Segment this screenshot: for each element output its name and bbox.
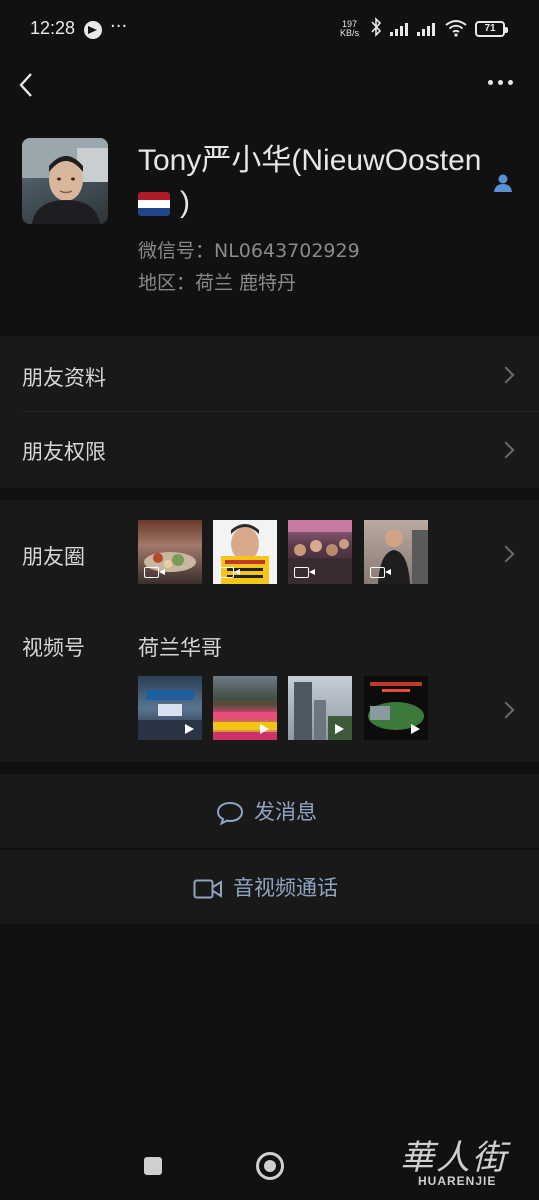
play-icon — [335, 724, 344, 734]
channels-account-name: 荷兰华哥 — [138, 636, 222, 660]
bluetooth-icon — [370, 17, 382, 42]
telegram-icon — [84, 21, 102, 39]
moments-item[interactable]: 朋友圈 — [0, 500, 539, 612]
signal-2-icon — [417, 22, 439, 36]
video-icon — [219, 567, 240, 578]
netherlands-flag-icon — [138, 192, 170, 217]
moments-thumbnail — [138, 520, 202, 584]
video-camera-icon — [193, 879, 222, 899]
watermark-cn: 華人街 — [400, 1138, 508, 1178]
audio-video-call-button[interactable]: 音视频通话 — [0, 850, 539, 924]
more-notifications-icon: ··· — [110, 16, 128, 37]
play-icon — [260, 724, 269, 734]
moments-label: 朋友圈 — [22, 545, 85, 569]
channels-thumbnail — [138, 676, 202, 740]
friend-permissions-label: 朋友权限 — [22, 440, 106, 464]
signal-1-icon — [390, 22, 412, 36]
nickname-text-end: ) — [180, 186, 190, 219]
feeds-group: 朋友圈 视频号 荷兰华哥 — [0, 500, 539, 762]
region: 地区：荷兰 鹿特丹 — [138, 272, 297, 294]
chevron-right-icon — [497, 441, 515, 459]
back-button[interactable] — [14, 68, 44, 102]
chevron-left-icon — [19, 73, 32, 97]
channels-thumbnail — [288, 676, 352, 740]
watermark-logo: 華人街 HUARENJIE — [380, 1130, 530, 1192]
chevron-right-icon — [497, 701, 515, 719]
play-icon — [411, 724, 420, 734]
friend-permissions-item[interactable]: 朋友权限 — [0, 412, 539, 488]
wechat-id: 微信号：NL0643702929 — [138, 240, 360, 262]
moments-thumbnail — [213, 520, 277, 584]
friend-info-label: 朋友资料 — [22, 366, 106, 390]
video-icon — [294, 567, 315, 578]
battery-level: 71 — [484, 23, 496, 34]
audio-video-call-label: 音视频通话 — [233, 876, 338, 900]
send-message-button[interactable]: 发消息 — [0, 774, 539, 848]
nickname-text: Tony严小华(NieuwOosten — [138, 144, 482, 177]
more-options-button[interactable] — [488, 80, 516, 88]
home-button[interactable] — [256, 1152, 284, 1180]
network-speed-unit: KB/s — [340, 28, 360, 38]
channels-thumbnail — [364, 676, 428, 740]
video-icon — [144, 567, 165, 578]
channels-thumbnail — [213, 676, 277, 740]
wifi-icon — [445, 19, 467, 42]
chevron-right-icon — [497, 545, 515, 563]
chevron-right-icon — [497, 366, 515, 384]
watermark-en: HUARENJIE — [418, 1174, 497, 1188]
clock: 12:28 — [30, 18, 76, 38]
chat-bubble-icon — [216, 801, 244, 826]
friend-settings-group: 朋友资料 朋友权限 — [0, 336, 539, 488]
avatar[interactable] — [22, 138, 108, 224]
moments-thumbnail — [288, 520, 352, 584]
network-speed: 197 KB/s — [340, 20, 359, 38]
battery-icon: 71 — [475, 21, 508, 37]
channels-label: 视频号 — [22, 636, 85, 660]
channels-item[interactable]: 视频号 荷兰华哥 — [0, 612, 539, 762]
video-icon — [370, 567, 391, 578]
status-bar: 12:28 ··· 197 KB/s 71 — [0, 0, 539, 60]
moments-thumbnail — [364, 520, 428, 584]
play-icon — [185, 724, 194, 734]
recent-apps-button[interactable] — [144, 1157, 162, 1175]
nickname: Tony严小华(NieuwOosten ) — [138, 140, 493, 224]
contact-icon[interactable] — [493, 173, 513, 193]
friend-info-item[interactable]: 朋友资料 — [0, 336, 539, 411]
send-message-label: 发消息 — [254, 800, 317, 824]
